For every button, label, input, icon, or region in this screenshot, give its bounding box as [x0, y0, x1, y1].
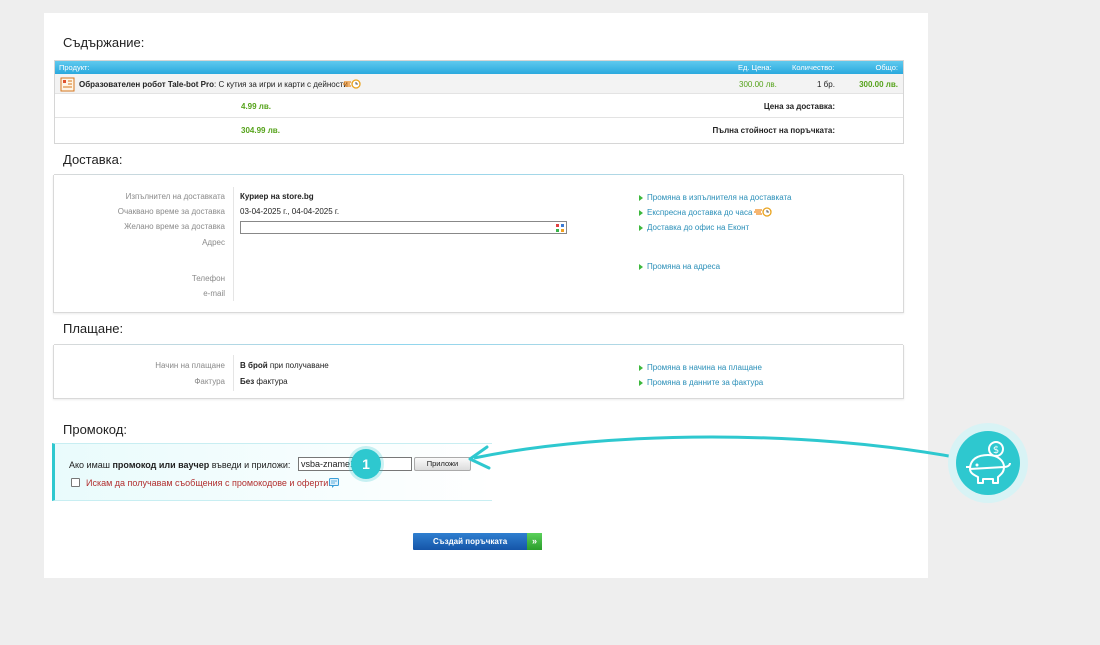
invoice-bold: Без [240, 377, 255, 386]
carrier-value: Куриер на store.bg [240, 192, 314, 201]
piggy-bank-badge: $ [948, 423, 1028, 503]
time-picker-icon[interactable] [556, 224, 564, 232]
create-order-label: Създай поръчката [433, 537, 508, 546]
order-total-row: Пълна стойност на поръчката: 304.99 лв. [55, 118, 903, 142]
info-icon[interactable] [329, 478, 339, 488]
address-label: Адрес [202, 238, 225, 247]
email-label: e-mail [203, 289, 225, 298]
order-items-table: Продукт: Ед. Цена: Количество: Общо: Обр… [54, 60, 904, 144]
invoice-label: Фактура [194, 377, 225, 386]
content-section-title: Съдържание: [63, 35, 145, 50]
delivery-price-value: 4.99 лв. [241, 102, 272, 111]
express-delivery-link[interactable]: Експресна доставка до часа [638, 208, 752, 217]
change-address-link[interactable]: Промяна на адреса [638, 262, 720, 271]
change-carrier-link[interactable]: Промяна в изпълнителя на доставката [639, 193, 792, 202]
promo-text-pre: Ако имаш [69, 460, 113, 470]
product-description: : С кутия за игри и карти с дейности [214, 80, 348, 89]
delivery-section-title: Доставка: [63, 152, 123, 167]
step-number-badge: 1 [351, 449, 381, 479]
expected-time-value: 03-04-2025 г., 04-04-2025 г. [240, 207, 340, 216]
piggy-bank-circle: $ [956, 431, 1020, 495]
subscribe-label[interactable]: Искам да получавам съобщения с промокодо… [86, 478, 331, 488]
payment-section-title: Плащане: [63, 321, 124, 336]
invoice-value: Без фактура [240, 377, 288, 386]
promo-section-title: Промокод: [63, 422, 127, 437]
header-unit-price: Ед. Цена: [738, 63, 772, 72]
promo-box: Ако имаш промокод или ваучер въведи и пр… [52, 443, 492, 501]
subscribe-checkbox[interactable] [71, 478, 80, 487]
change-invoice-link[interactable]: Промяна в данните за фактура [638, 378, 763, 387]
invoice-rest: фактура [254, 377, 288, 386]
payment-box: Начин на плащане Фактура В брой при полу… [53, 344, 904, 399]
desired-time-label: Желано време за доставка [124, 222, 225, 231]
econt-office-link[interactable]: Доставка до офис на Еконт [638, 223, 749, 232]
svg-text:$: $ [993, 445, 999, 456]
payment-method-label: Начин на плащане [155, 361, 225, 370]
table-row: Образователен робот Tale-bot Pro: С кути… [55, 74, 903, 94]
create-order-button[interactable]: Създай поръчката » [413, 533, 542, 550]
promo-text-post: въведи и приложи: [209, 460, 291, 470]
table-header: Продукт: Ед. Цена: Количество: Общо: [55, 61, 903, 74]
promo-instructions: Ако имаш промокод или ваучер въведи и пр… [69, 460, 290, 470]
delivery-box-border [54, 174, 903, 175]
expected-time-label: Очаквано време за доставка [117, 207, 225, 216]
header-quantity: Количество: [792, 63, 835, 72]
express-delivery-icon [754, 207, 772, 217]
product-quantity: 1 бр. [817, 80, 835, 89]
product-name[interactable]: Образователен робот Tale-bot Pro [79, 80, 214, 89]
payment-separator [233, 355, 234, 391]
product-total: 300.00 лв. [859, 80, 898, 89]
product-name-cell[interactable]: Образователен робот Tale-bot Pro: С кути… [79, 80, 348, 89]
annotation-arrow [468, 435, 961, 470]
product-unit-price: 300.00 лв. [739, 80, 777, 89]
arrow-right-icon: » [527, 533, 542, 550]
order-total-value: 304.99 лв. [241, 126, 280, 135]
carrier-label: Изпълнител на доставката [125, 192, 225, 201]
change-payment-method-link[interactable]: Промяна в начина на плащане [639, 363, 762, 372]
piggy-bank-icon: $ [966, 441, 1011, 484]
checkout-page: Съдържание: Продукт: Ед. Цена: Количеств… [44, 13, 928, 578]
payment-method-value: В брой при получаване [240, 361, 329, 370]
promo-text-bold: промокод или ваучер [112, 460, 210, 470]
delivery-price-row: Цена за доставка: 4.99 лв. [55, 94, 903, 118]
payment-method-bold: В брой [240, 361, 268, 370]
payment-method-rest: при получаване [267, 361, 329, 370]
delivery-box: Изпълнител на доставката Очаквано време … [53, 174, 904, 313]
desired-time-input[interactable] [240, 221, 567, 234]
phone-label: Телефон [191, 274, 225, 283]
payment-box-border [54, 344, 903, 345]
header-product: Продукт: [59, 63, 90, 72]
delivery-separator [233, 187, 234, 301]
express-delivery-icon [343, 79, 361, 89]
product-thumbnail-icon[interactable] [60, 77, 75, 92]
header-total: Общо: [875, 63, 898, 72]
